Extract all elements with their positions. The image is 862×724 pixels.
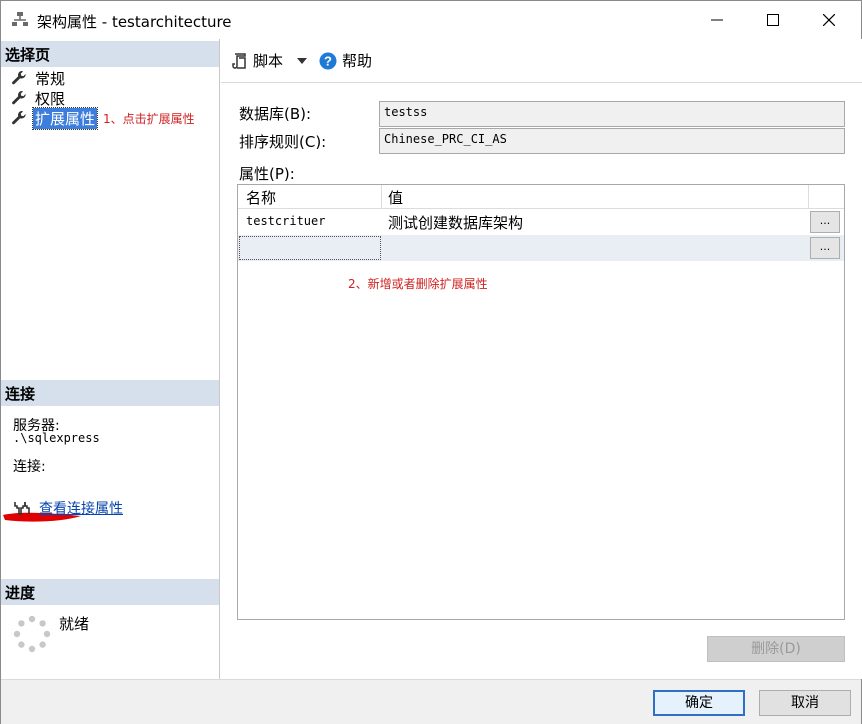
schema-app-icon <box>12 12 28 26</box>
view-connection-properties[interactable]: 查看连接属性 <box>13 498 123 518</box>
chevron-down-icon[interactable] <box>297 57 308 64</box>
column-header-value: 值 <box>388 189 404 207</box>
script-icon <box>232 52 246 69</box>
wrench-icon <box>12 71 26 85</box>
server-value: .\sqlexpress <box>13 431 100 445</box>
dialog-button-bar: 确定 取消 <box>1 679 861 724</box>
extended-properties-grid[interactable]: 名称 值 testcrituer 测试创建数据库架构 ... ... 2、新增或… <box>237 184 845 620</box>
delete-button[interactable]: 删除(D) <box>707 636 845 662</box>
left-pane: 选择页 常规 权限 扩展属性 1、点击扩展属性 连接 服务器: .\sqlexp… <box>1 39 220 679</box>
connection-plug-icon <box>14 502 30 515</box>
table-row-new[interactable]: ... <box>238 235 844 261</box>
window-title: 架构属性 - testarchitecture <box>37 13 232 31</box>
ok-button[interactable]: 确定 <box>653 690 745 716</box>
database-label: 数据库(B): <box>239 105 312 123</box>
progress-header: 进度 <box>1 579 219 605</box>
table-row[interactable]: testcrituer 测试创建数据库架构 ... <box>238 209 844 235</box>
close-button[interactable] <box>801 1 857 39</box>
minimize-button[interactable] <box>689 1 745 39</box>
script-button[interactable]: 脚本 <box>231 50 308 71</box>
value-ellipsis-button[interactable]: ... <box>810 211 840 233</box>
collation-field[interactable]: Chinese_PRC_CI_AS <box>379 128 845 154</box>
new-value-ellipsis-button[interactable]: ... <box>810 237 840 259</box>
view-connection-properties-link[interactable]: 查看连接属性 <box>39 498 123 518</box>
progress-spinner-icon <box>13 615 51 653</box>
svg-text:?: ? <box>324 53 332 68</box>
property-value-cell[interactable]: 测试创建数据库架构 <box>388 212 523 233</box>
new-property-name-cell[interactable] <box>239 236 381 260</box>
cancel-button[interactable]: 取消 <box>759 690 851 716</box>
property-name-cell[interactable]: testcrituer <box>246 214 325 228</box>
title-bar: 架构属性 - testarchitecture <box>1 1 861 39</box>
connection-label: 连接: <box>13 459 46 475</box>
maximize-icon <box>767 14 779 26</box>
right-pane: 脚本 ? 帮助 数据库(B): testss 排序规则(C): Chinese_… <box>221 39 862 679</box>
close-icon <box>823 14 835 26</box>
column-header-name: 名称 <box>246 189 277 207</box>
dialog-window: 架构属性 - testarchitecture 选择页 常规 权限 扩展属性 1… <box>0 0 862 724</box>
annotation-step-1: 1、点击扩展属性 <box>103 111 195 126</box>
properties-label: 属性(P): <box>239 165 295 183</box>
minimize-icon <box>711 19 723 21</box>
maximize-button[interactable] <box>745 1 801 39</box>
database-field[interactable]: testss <box>379 101 845 127</box>
page-item-label: 权限 <box>35 89 66 108</box>
grid-header: 名称 值 <box>238 185 844 209</box>
help-button[interactable]: ? 帮助 <box>319 50 372 71</box>
page-item-label: 常规 <box>35 69 66 88</box>
annotation-step-2: 2、新增或者删除扩展属性 <box>348 277 488 291</box>
progress-status: 就绪 <box>59 615 90 633</box>
select-page-header: 选择页 <box>1 41 219 67</box>
connection-header: 连接 <box>1 380 219 406</box>
page-item-permissions[interactable]: 权限 <box>11 88 67 108</box>
wrench-icon <box>12 91 26 105</box>
page-item-general[interactable]: 常规 <box>11 68 67 88</box>
page-item-extended-properties[interactable]: 扩展属性 1、点击扩展属性 <box>11 106 195 130</box>
wrench-icon <box>12 111 26 125</box>
collation-label: 排序规则(C): <box>239 133 327 151</box>
script-label: 脚本 <box>253 52 284 70</box>
help-icon: ? <box>319 52 337 69</box>
page-item-label: 扩展属性 <box>31 106 99 130</box>
help-label: 帮助 <box>342 52 373 70</box>
toolbar: 脚本 ? 帮助 <box>221 39 862 83</box>
